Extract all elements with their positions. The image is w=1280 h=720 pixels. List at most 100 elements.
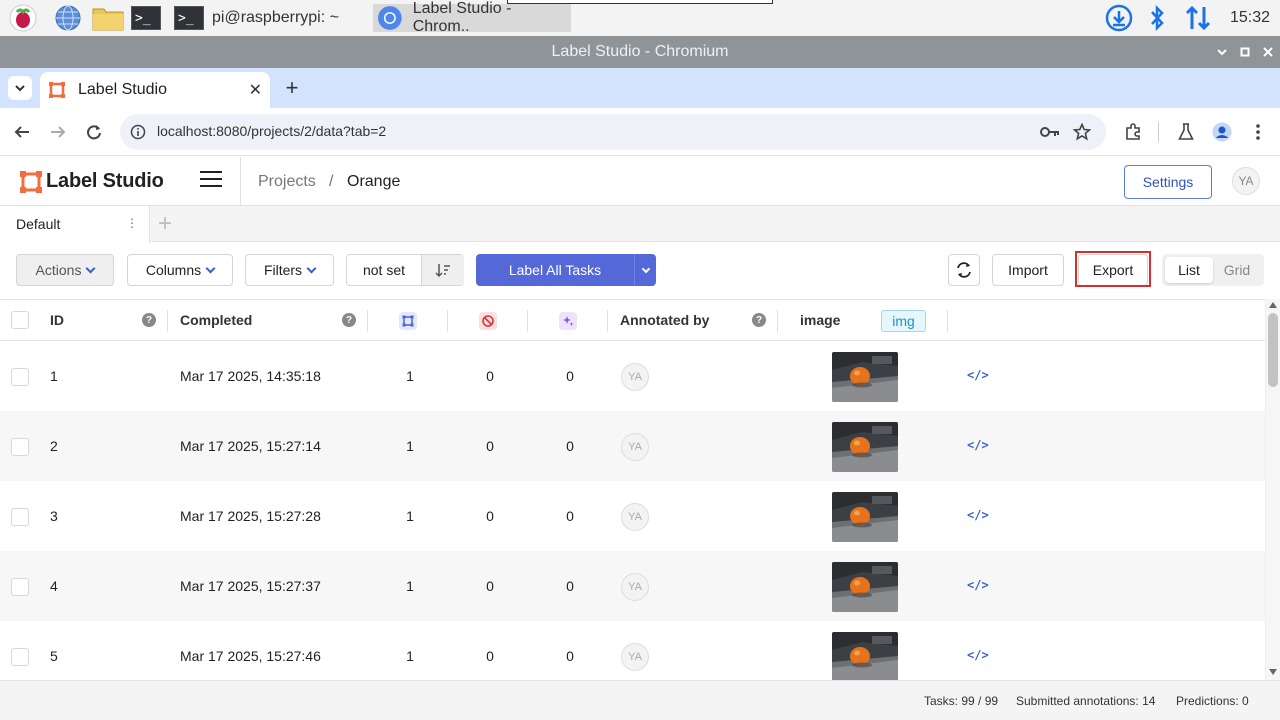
breadcrumb-projects[interactable]: Projects <box>258 173 316 191</box>
import-button[interactable]: Import <box>992 254 1064 286</box>
cell-cancelled: 0 <box>486 508 494 524</box>
task-image-thumbnail[interactable] <box>832 352 898 402</box>
cell-predictions: 0 <box>566 648 574 664</box>
hamburger-menu-icon[interactable] <box>200 171 222 191</box>
refresh-button[interactable] <box>948 254 980 286</box>
cell-completed: Mar 17 2025, 15:27:14 <box>180 438 321 454</box>
help-icon[interactable]: ? <box>142 313 156 327</box>
browser-menu-icon[interactable] <box>1246 120 1270 144</box>
annotator-avatar[interactable]: YA <box>621 503 649 531</box>
annotations-count-icon[interactable] <box>399 312 417 330</box>
list-view-button[interactable]: List <box>1165 257 1213 283</box>
breadcrumb-project-name: Orange <box>347 173 401 190</box>
file-manager-icon[interactable] <box>92 4 124 32</box>
scrollbar-thumb[interactable] <box>1268 313 1278 387</box>
predictions-count-icon[interactable] <box>559 312 577 330</box>
header-id[interactable]: ID <box>50 312 64 328</box>
source-code-icon[interactable]: </> <box>967 508 989 522</box>
sort-direction-icon[interactable] <box>421 255 464 285</box>
new-tab-button[interactable]: + <box>280 75 304 100</box>
cell-completed: Mar 17 2025, 15:27:46 <box>180 648 321 664</box>
scroll-up-icon[interactable] <box>1269 302 1277 308</box>
row-checkbox[interactable] <box>11 578 29 596</box>
view-tabs: Default ⋮ + <box>0 206 1280 243</box>
extensions-icon[interactable] <box>1121 120 1145 144</box>
browser-globe-icon[interactable] <box>54 4 82 32</box>
site-info-icon[interactable] <box>130 124 146 140</box>
cell-id: 2 <box>50 438 58 454</box>
bluetooth-icon[interactable] <box>1138 5 1176 31</box>
close-window-icon[interactable] <box>1256 36 1280 68</box>
table-row[interactable]: 4 Mar 17 2025, 15:27:37 1 0 0 YA </> <box>0 551 1265 621</box>
bookmark-star-icon[interactable] <box>1073 123 1091 141</box>
address-bar[interactable]: localhost:8080/projects/2/data?tab=2 <box>120 114 1106 150</box>
cancelled-count-icon[interactable] <box>479 312 497 330</box>
row-checkbox[interactable] <box>11 368 29 386</box>
forward-arrow-icon[interactable] <box>46 120 70 144</box>
filters-button[interactable]: Filters <box>245 254 334 286</box>
label-studio-logo-icon[interactable] <box>19 170 43 194</box>
scroll-down-icon[interactable] <box>1269 669 1277 675</box>
maximize-icon[interactable] <box>1233 36 1257 68</box>
network-transfer-icon[interactable] <box>1176 5 1220 31</box>
order-selector[interactable]: not set <box>346 254 464 286</box>
tab-title: Label Studio <box>78 81 167 98</box>
task-image-thumbnail[interactable] <box>832 492 898 542</box>
header-completed[interactable]: Completed <box>180 312 252 328</box>
annotator-avatar[interactable]: YA <box>621 363 649 391</box>
user-avatar[interactable]: YA <box>1232 167 1260 195</box>
close-tab-icon[interactable]: ✕ <box>249 80 262 100</box>
help-icon[interactable]: ? <box>752 313 766 327</box>
tab-default-view[interactable]: Default ⋮ <box>0 206 150 243</box>
annotator-avatar[interactable]: YA <box>621 433 649 461</box>
table-row[interactable]: 1 Mar 17 2025, 14:35:18 1 0 0 YA </> <box>0 341 1265 411</box>
browser-tab-label-studio[interactable]: Label Studio ✕ <box>40 72 270 108</box>
task-image-thumbnail[interactable] <box>832 562 898 612</box>
table-row[interactable]: 2 Mar 17 2025, 15:27:14 1 0 0 YA </> <box>0 411 1265 481</box>
table-row[interactable]: 3 Mar 17 2025, 15:27:28 1 0 0 YA </> <box>0 481 1265 551</box>
label-all-dropdown-icon[interactable] <box>634 254 656 286</box>
source-code-icon[interactable]: </> <box>967 578 989 592</box>
task-image-thumbnail[interactable] <box>832 422 898 472</box>
view-tab-menu-icon[interactable]: ⋮ <box>126 216 138 230</box>
raspberry-menu-icon[interactable] <box>9 4 37 32</box>
table-scrollbar[interactable] <box>1265 299 1280 680</box>
help-icon[interactable]: ? <box>342 313 356 327</box>
select-all-checkbox[interactable] <box>11 311 29 329</box>
grid-view-button[interactable]: Grid <box>1213 257 1261 283</box>
tasks-table: ID ? Completed ? Annotated by ? image im… <box>0 299 1265 680</box>
minimize-icon[interactable] <box>1210 36 1234 68</box>
download-icon[interactable] <box>1100 4 1138 32</box>
breadcrumb-separator: / <box>329 173 334 190</box>
cell-cancelled: 0 <box>486 368 494 384</box>
refresh-icon <box>957 262 971 278</box>
annotator-avatar[interactable]: YA <box>621 643 649 671</box>
row-checkbox[interactable] <box>11 648 29 666</box>
add-view-button[interactable]: + <box>158 210 172 238</box>
back-arrow-icon[interactable] <box>10 120 34 144</box>
password-key-icon[interactable] <box>1040 125 1060 139</box>
app-logo-text[interactable]: Label Studio <box>46 170 164 193</box>
label-all-tasks-button[interactable]: Label All Tasks <box>476 254 656 286</box>
taskbar-chromium-task[interactable]: Label Studio - Chrom.. <box>373 0 571 35</box>
annotator-avatar[interactable]: YA <box>621 573 649 601</box>
settings-button[interactable]: Settings <box>1124 165 1212 199</box>
task-image-thumbnail[interactable] <box>832 632 898 680</box>
tab-search-button[interactable] <box>8 76 32 100</box>
reload-icon[interactable] <box>82 120 106 144</box>
row-checkbox[interactable] <box>11 438 29 456</box>
row-checkbox[interactable] <box>11 508 29 526</box>
actions-button[interactable]: Actions <box>16 254 114 286</box>
source-code-icon[interactable]: </> <box>967 438 989 452</box>
profile-avatar-icon[interactable] <box>1210 120 1234 144</box>
header-image[interactable]: image <box>800 312 840 328</box>
header-annotated-by[interactable]: Annotated by <box>620 312 709 328</box>
columns-button[interactable]: Columns <box>127 254 233 286</box>
terminal-icon[interactable]: >_ <box>130 4 162 32</box>
table-row[interactable]: 5 Mar 17 2025, 15:27:46 1 0 0 YA </> <box>0 621 1265 680</box>
source-code-icon[interactable]: </> <box>967 648 989 662</box>
source-code-icon[interactable]: </> <box>967 368 989 382</box>
cell-annotations: 1 <box>406 578 414 594</box>
labs-flask-icon[interactable] <box>1174 120 1198 144</box>
taskbar-terminal-task[interactable]: >_ pi@raspberrypi: ~ <box>174 4 370 32</box>
